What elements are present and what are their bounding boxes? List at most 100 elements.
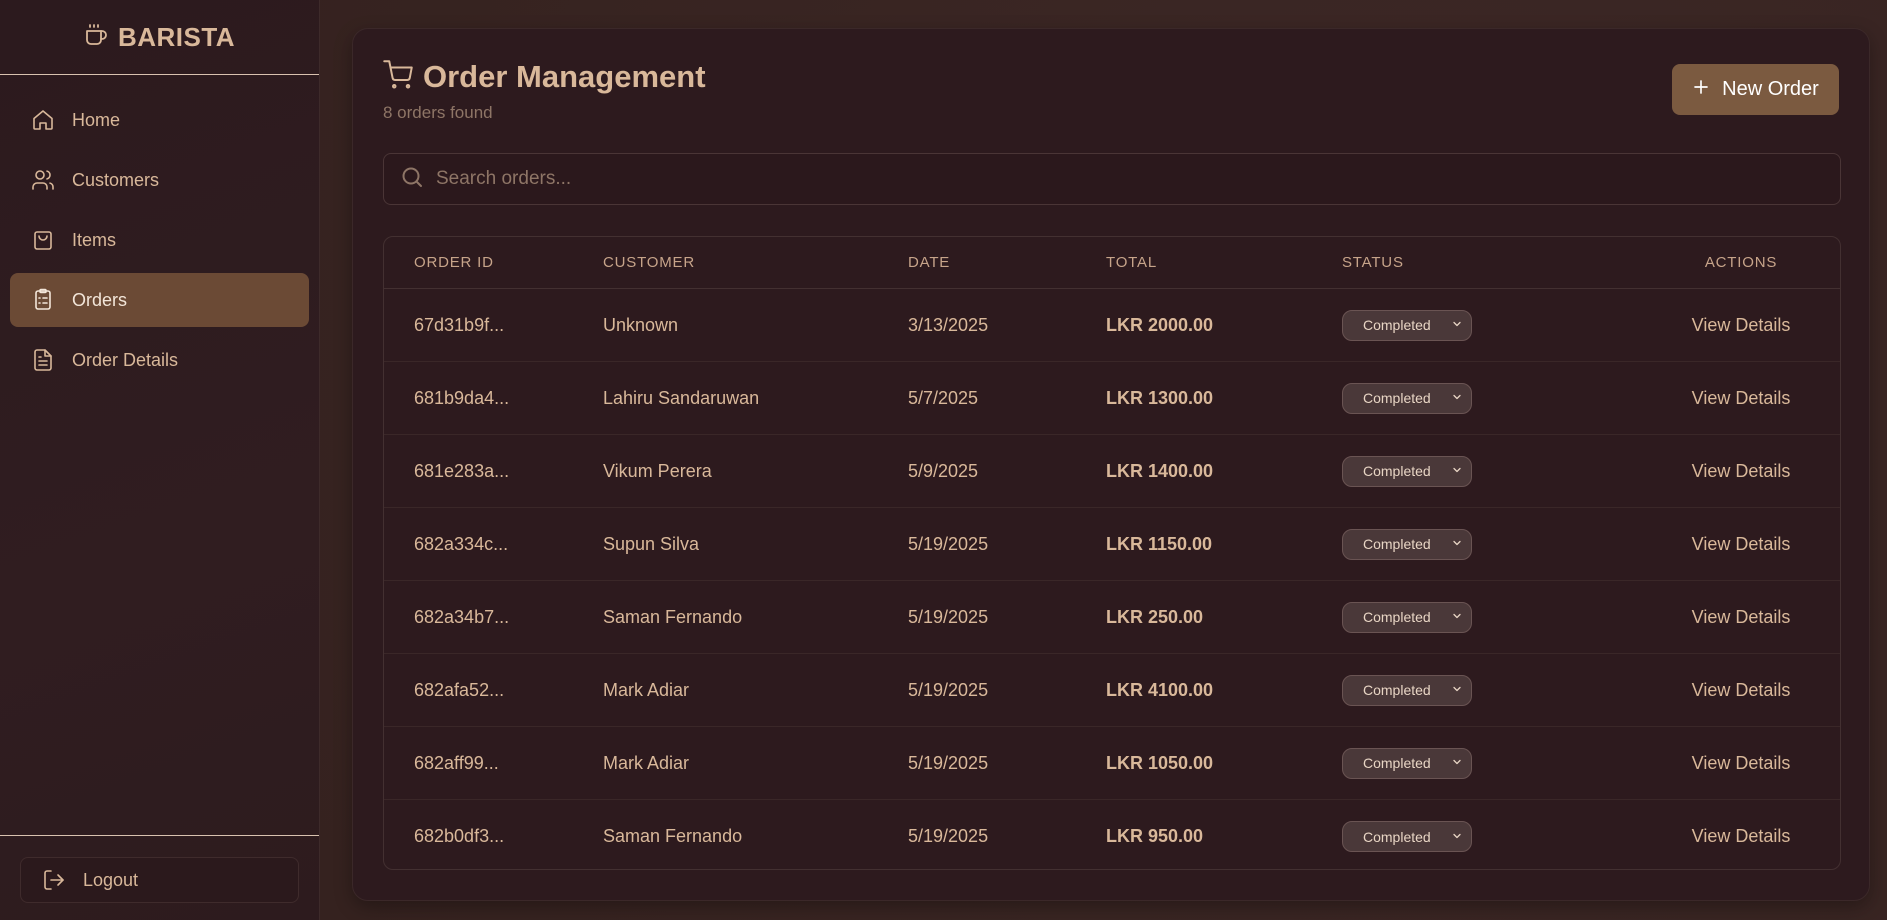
- chevron-down-icon: [1451, 755, 1463, 771]
- table-row: 682a334c... Supun Silva 5/19/2025 LKR 1150.…: [384, 508, 1840, 581]
- status-value: Completed: [1363, 390, 1431, 406]
- status-select[interactable]: Completed: [1342, 309, 1472, 341]
- view-details-link[interactable]: View Details: [1692, 534, 1791, 554]
- order-id-cell: 682a334c...: [414, 533, 509, 554]
- customer-cell: Mark Adiar: [603, 679, 690, 700]
- date-cell: 5/19/2025: [908, 826, 989, 846]
- status-cell: Completed: [1342, 747, 1642, 779]
- sidebar: BARISTA Home Customers Items Orders Orde…: [0, 0, 320, 920]
- status-cell: Completed: [1342, 674, 1642, 706]
- coffee-cup-icon: [84, 23, 108, 52]
- sidebar-nav: Home Customers Items Orders Order Detail…: [0, 75, 319, 387]
- status-value: Completed: [1363, 828, 1431, 845]
- total-cell: LKR 1150.00: [1106, 533, 1213, 554]
- logout-icon: [41, 867, 67, 893]
- orders-card: Order Management 8 orders found New Orde…: [352, 28, 1870, 901]
- page-header: Order Management 8 orders found New Orde…: [383, 59, 1839, 129]
- total-cell: LKR 2000.00: [1106, 314, 1214, 335]
- column-header-actions: ACTIONS: [1704, 254, 1778, 271]
- table-row: 682afa52... Mark Adiar 5/19/2025 LKR 4100.0…: [384, 654, 1840, 727]
- view-details-link[interactable]: View Details: [1692, 753, 1791, 773]
- table-row: 682aff99... Mark Adiar 5/19/2025 LKR 1050.0…: [384, 727, 1840, 800]
- sidebar-item-home[interactable]: Home: [10, 93, 309, 147]
- table-body: 67d31b9f... Unknown 3/13/2025 LKR 2000.00 Co…: [384, 289, 1840, 869]
- actions-cell: View Details: [1642, 534, 1840, 555]
- sidebar-item-order-details[interactable]: Order Details: [10, 333, 309, 387]
- actions-cell: View Details: [1642, 826, 1840, 847]
- view-details-link[interactable]: View Details: [1692, 826, 1791, 846]
- sidebar-item-label: Home: [72, 109, 121, 130]
- view-details-link[interactable]: View Details: [1692, 680, 1791, 700]
- customer-cell: Unknown: [603, 314, 679, 335]
- status-value: Completed: [1363, 682, 1431, 698]
- search-input[interactable]: [436, 168, 1816, 190]
- status-value: Completed: [1363, 463, 1431, 479]
- shopping-cart-icon: [383, 59, 413, 95]
- status-value: Completed: [1363, 317, 1431, 333]
- status-select[interactable]: Completed: [1342, 382, 1472, 414]
- status-select[interactable]: Completed: [1342, 674, 1472, 706]
- clipboard-list-icon: [30, 287, 56, 313]
- chevron-down-icon: [1451, 682, 1463, 698]
- chevron-down-icon: [1451, 536, 1463, 552]
- order-id-cell: 681b9da4...: [414, 387, 510, 408]
- order-id-cell: 682afa52...: [414, 679, 505, 700]
- status-value: Completed: [1363, 609, 1431, 625]
- date-cell: 5/9/2025: [908, 460, 979, 481]
- status-cell: Completed: [1342, 528, 1642, 560]
- file-text-icon: [30, 347, 56, 373]
- view-details-link[interactable]: View Details: [1692, 607, 1791, 627]
- status-cell: Completed: [1342, 309, 1642, 341]
- status-value: Completed: [1363, 755, 1431, 771]
- new-order-button[interactable]: New Order: [1672, 64, 1839, 115]
- total-cell: LKR 250.00: [1106, 606, 1204, 627]
- sidebar-item-items[interactable]: Items: [10, 213, 309, 267]
- title-row: Order Management: [383, 59, 1839, 95]
- status-select[interactable]: Completed: [1342, 601, 1472, 633]
- view-details-link[interactable]: View Details: [1692, 461, 1791, 481]
- column-header-status: STATUS: [1342, 254, 1404, 271]
- search-icon: [400, 165, 424, 194]
- orders-table: ORDER ID CUSTOMER DATE TOTAL STATUS ACTI…: [383, 236, 1841, 870]
- table-row: 682a34b7... Saman Fernando 5/19/2025 LKR 25…: [384, 581, 1840, 654]
- column-header-date: DATE: [908, 254, 951, 271]
- order-id-cell: 67d31b9f...: [414, 314, 505, 335]
- status-select[interactable]: Completed: [1342, 821, 1472, 852]
- sidebar-item-label: Order Details: [72, 349, 179, 370]
- customer-cell: Saman Fernando: [603, 606, 743, 627]
- logout-button[interactable]: Logout: [20, 857, 299, 903]
- chevron-down-icon: [1451, 609, 1463, 625]
- status-select[interactable]: Completed: [1342, 747, 1472, 779]
- date-cell: 5/19/2025: [908, 752, 989, 773]
- total-cell: LKR 4100.00: [1106, 679, 1214, 700]
- table-header: ORDER ID CUSTOMER DATE TOTAL STATUS ACTI…: [384, 237, 1840, 289]
- customer-cell: Vikum Perera: [603, 460, 712, 481]
- sidebar-item-orders[interactable]: Orders: [10, 273, 309, 327]
- date-cell: 5/19/2025: [908, 533, 989, 554]
- status-select[interactable]: Completed: [1342, 528, 1472, 560]
- page-title: Order Management: [423, 59, 706, 94]
- sidebar-footer: Logout: [0, 835, 319, 920]
- order-id-cell: 682a34b7...: [414, 606, 510, 627]
- order-id-cell: 682b0df3...: [414, 826, 505, 846]
- view-details-link[interactable]: View Details: [1692, 388, 1791, 408]
- chevron-down-icon: [1451, 390, 1463, 406]
- users-icon: [30, 167, 56, 193]
- sidebar-item-customers[interactable]: Customers: [10, 153, 309, 207]
- status-select[interactable]: Completed: [1342, 455, 1472, 487]
- actions-cell: View Details: [1642, 461, 1840, 482]
- chevron-down-icon: [1451, 463, 1463, 479]
- sidebar-item-label: Items: [72, 229, 117, 250]
- status-cell: Completed: [1342, 455, 1642, 487]
- view-details-link[interactable]: View Details: [1692, 315, 1791, 335]
- column-header-order-id: ORDER ID: [414, 254, 494, 271]
- total-cell: LKR 1400.00: [1106, 460, 1214, 481]
- date-cell: 3/13/2025: [908, 314, 989, 335]
- status-cell: Completed: [1342, 382, 1642, 414]
- table-row: 682b0df3... Saman Fernando 5/19/2025 LKR 95…: [384, 800, 1840, 869]
- sidebar-item-label: Customers: [72, 169, 160, 190]
- order-count: 8 orders found: [383, 103, 493, 122]
- chevron-down-icon: [1451, 317, 1463, 333]
- actions-cell: View Details: [1642, 753, 1840, 774]
- total-cell: LKR 950.00: [1106, 826, 1204, 846]
